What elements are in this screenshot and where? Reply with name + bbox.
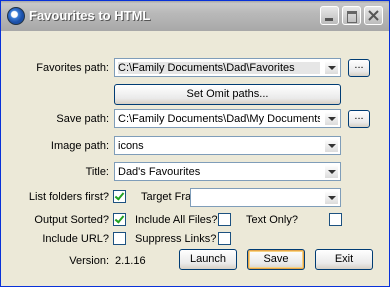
list-folders-checkbox[interactable] xyxy=(113,190,126,203)
target-frame-combo[interactable] xyxy=(190,188,341,207)
save-path-combo[interactable]: C:\Family Documents\Dad\My Documents xyxy=(114,109,341,128)
save-browse-button[interactable]: ... xyxy=(348,110,370,128)
close-button[interactable] xyxy=(364,6,383,25)
title-combo[interactable]: Dad's Favourites xyxy=(114,162,341,181)
include-url-label: Include URL? xyxy=(42,233,109,245)
favorites-path-label: Favorites path: xyxy=(36,62,109,74)
set-omit-paths-button[interactable]: Set Omit paths... xyxy=(114,84,341,105)
image-path-label: Image path: xyxy=(50,140,109,152)
launch-button[interactable]: Launch xyxy=(179,249,237,270)
list-folders-label: List folders first? xyxy=(28,191,109,203)
output-sorted-label: Output Sorted? xyxy=(34,214,109,226)
text-only-label: Text Only? xyxy=(246,214,298,226)
app-window: Favourites to HTML Favorites path: C:\Fa… xyxy=(0,0,390,287)
save-path-value: C:\Family Documents\Dad\My Documents xyxy=(118,113,320,125)
chevron-down-icon[interactable] xyxy=(324,138,339,153)
chevron-down-icon[interactable] xyxy=(324,111,339,126)
maximize-button[interactable] xyxy=(342,6,361,25)
title-bar[interactable]: Favourites to HTML xyxy=(1,1,389,31)
app-icon xyxy=(7,7,25,25)
minimize-button[interactable] xyxy=(320,6,339,25)
favorites-path-value: C:\Family Documents\Dad\Favorites xyxy=(118,62,320,74)
chevron-down-icon[interactable] xyxy=(324,164,339,179)
output-sorted-checkbox[interactable] xyxy=(113,213,126,226)
save-path-label: Save path: xyxy=(56,113,109,125)
favorites-browse-button[interactable]: ... xyxy=(348,59,370,77)
window-title: Favourites to HTML xyxy=(29,8,151,23)
version-value: 2.1.16 xyxy=(115,255,146,267)
chevron-down-icon[interactable] xyxy=(324,190,339,205)
text-only-checkbox[interactable] xyxy=(329,213,342,226)
chevron-down-icon[interactable] xyxy=(324,60,339,75)
close-icon xyxy=(368,10,379,21)
suppress-links-checkbox[interactable] xyxy=(218,232,231,245)
include-url-checkbox[interactable] xyxy=(113,232,126,245)
image-path-combo[interactable]: icons xyxy=(114,136,341,155)
suppress-links-label: Suppress Links? xyxy=(135,233,217,245)
favorites-path-combo[interactable]: C:\Family Documents\Dad\Favorites xyxy=(114,58,341,77)
title-label: Title: xyxy=(85,166,109,178)
target-frame-label: Target Frame: xyxy=(141,191,210,203)
image-path-value: icons xyxy=(118,140,144,152)
version-label: Version: xyxy=(69,255,109,267)
title-value: Dad's Favourites xyxy=(118,166,201,178)
exit-button[interactable]: Exit xyxy=(315,249,373,270)
include-all-files-label: Include All Files? xyxy=(135,214,218,226)
save-button[interactable]: Save xyxy=(247,249,305,270)
include-all-files-checkbox[interactable] xyxy=(218,213,231,226)
